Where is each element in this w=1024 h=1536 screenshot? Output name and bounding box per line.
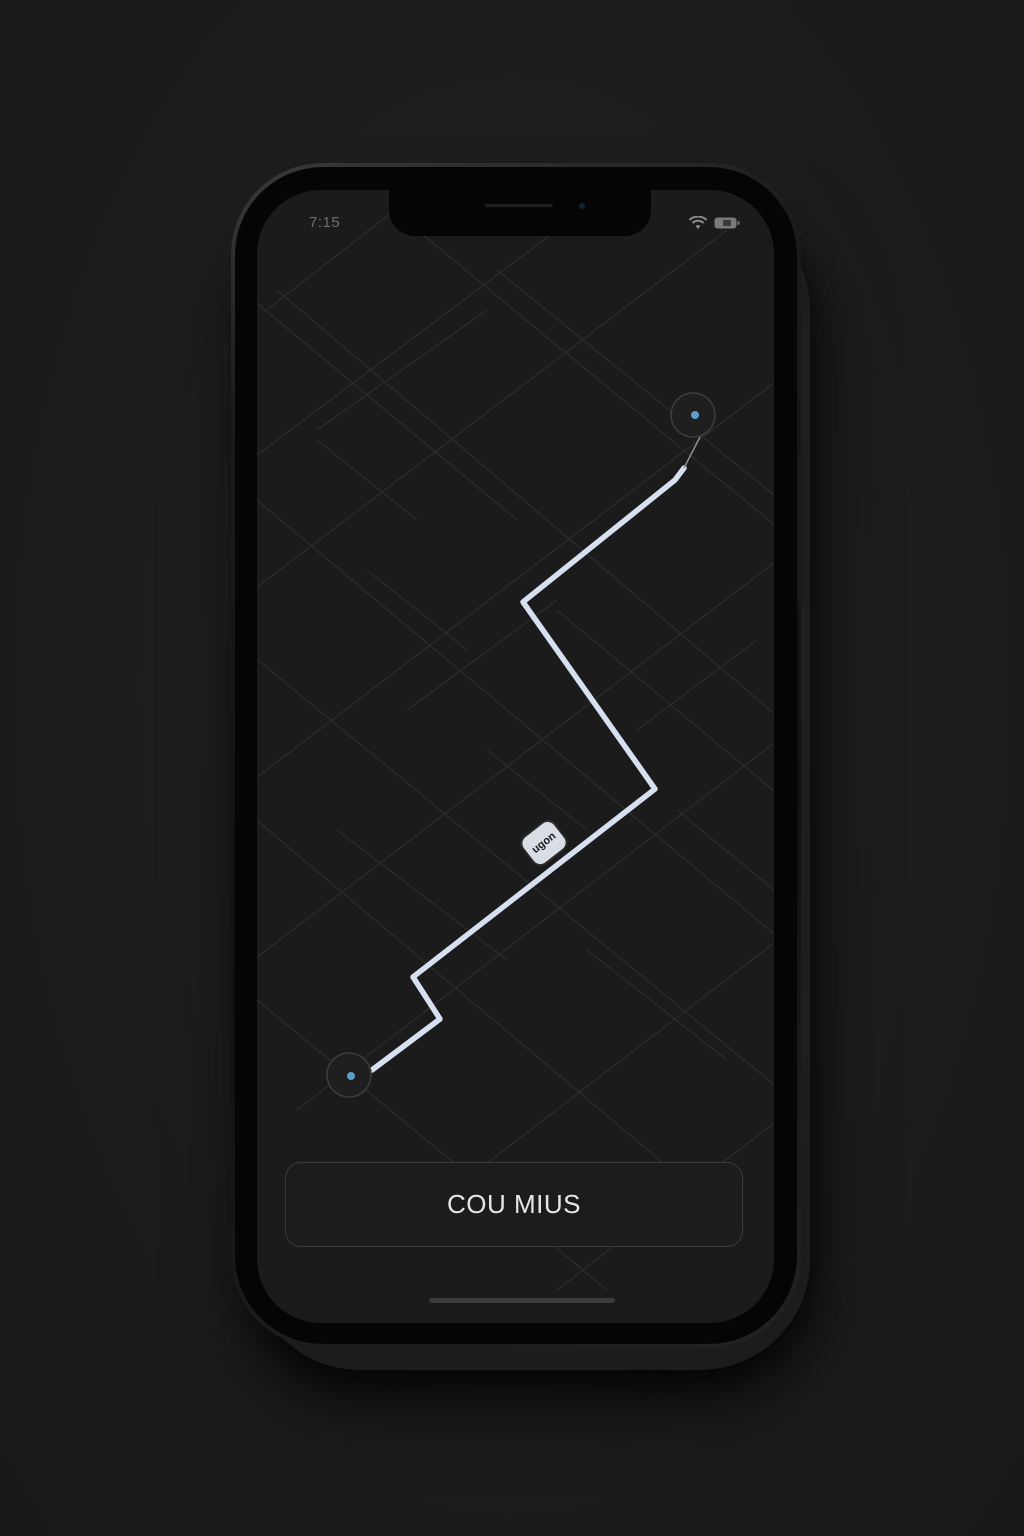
mute-switch [224,560,228,640]
street-line [257,658,774,1086]
phone-screen: ugon 7:15 COU MIUS [257,190,774,1323]
street-line [257,561,774,958]
street-line [276,289,774,715]
street-line [366,569,468,651]
notch [389,190,651,236]
street-line [336,829,508,961]
street-line [486,749,588,831]
status-icons [688,216,740,230]
street-line [316,439,418,521]
street-grid [257,190,774,1291]
volume-up-button [224,340,228,388]
end-marker[interactable] [670,392,716,438]
primary-action-button[interactable]: COU MIUS [285,1162,743,1247]
street-line [586,949,728,1061]
status-time: 7:15 [309,214,341,231]
home-indicator[interactable] [429,1298,615,1303]
street-line [676,809,774,891]
street-line [257,229,728,589]
wifi-icon [688,216,708,230]
street-line [296,742,774,1111]
street-line [257,229,558,456]
volume-down-button [224,460,228,535]
map-view[interactable] [257,190,774,1323]
route-path [369,465,687,1073]
earpiece-speaker [485,204,553,207]
start-marker[interactable] [326,1052,372,1098]
street-line [316,309,488,431]
battery-icon [714,217,740,229]
front-camera [579,203,585,209]
street-line [416,229,774,526]
power-button [798,455,803,605]
street-line [257,302,518,521]
street-line [257,819,708,1201]
